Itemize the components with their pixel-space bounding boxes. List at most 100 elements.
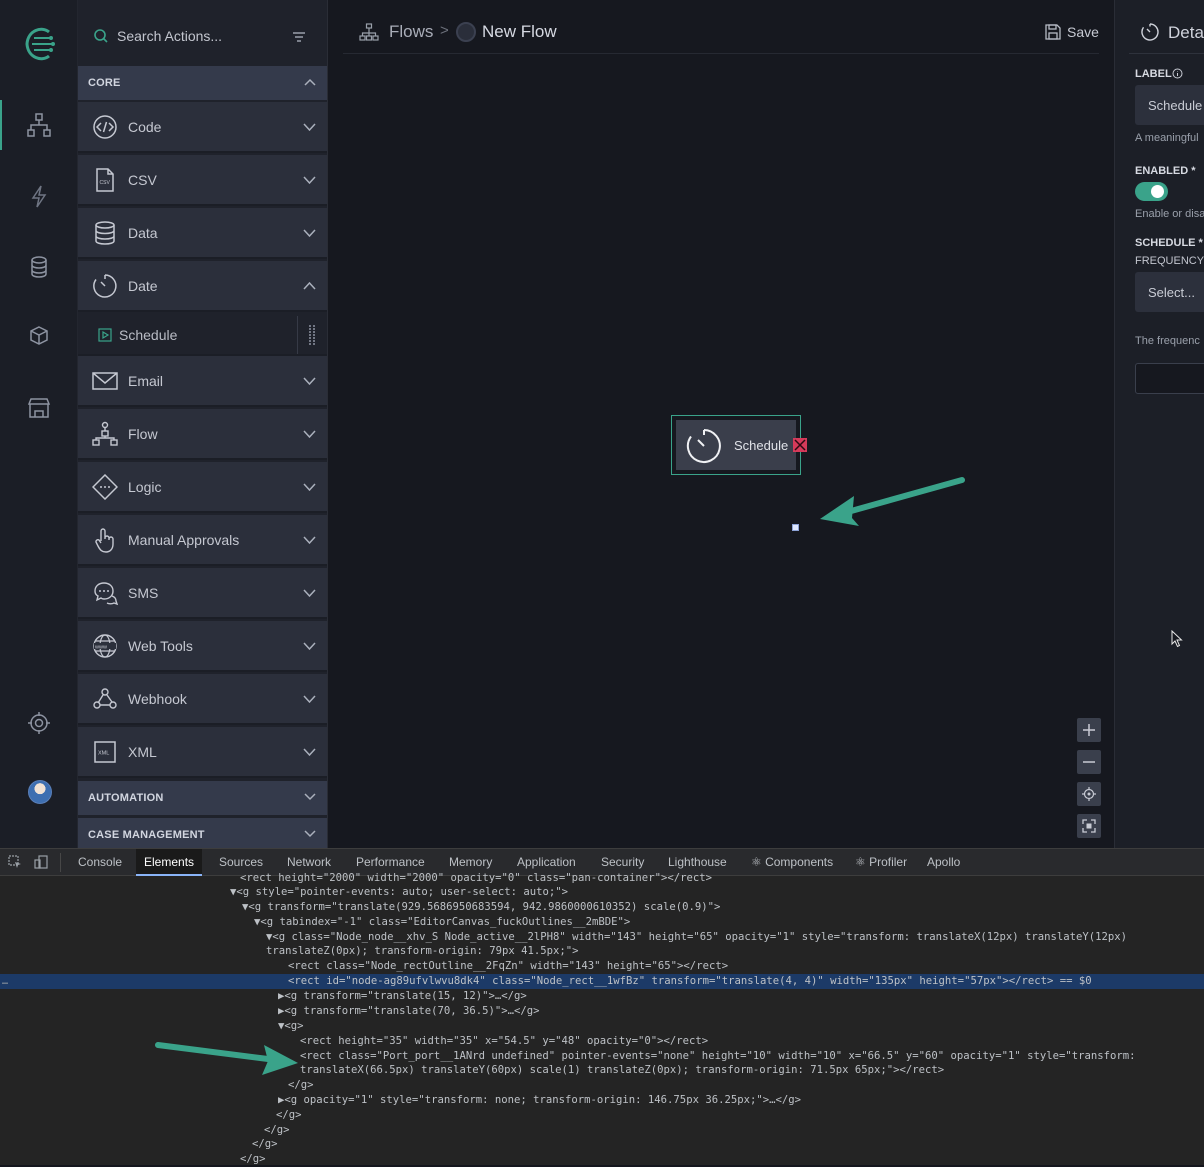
- chevron-down-icon: [303, 483, 316, 491]
- action-item-data[interactable]: Data: [78, 208, 327, 259]
- dom-line[interactable]: ▼<g transform="translate(929.56869506835…: [0, 900, 1204, 915]
- node-body[interactable]: Schedule: [676, 420, 796, 470]
- action-item-label: CSV: [128, 172, 157, 188]
- dom-line[interactable]: </g>: [0, 1078, 1204, 1093]
- dom-line[interactable]: </g>: [0, 1137, 1204, 1152]
- flow-canvas[interactable]: Flows > New Flow Save Schedule: [329, 0, 1113, 848]
- frequency-select-value: Select...: [1148, 285, 1195, 300]
- enabled-toggle[interactable]: [1135, 182, 1168, 201]
- dom-line[interactable]: ▼<g class="Node_node__xhv_S Node_active_…: [0, 930, 1204, 945]
- dom-line[interactable]: </g>: [0, 1123, 1204, 1138]
- inspect-element-icon[interactable]: [8, 855, 22, 869]
- zoom-in-button[interactable]: [1077, 718, 1101, 742]
- schedule-heading: SCHEDULE *: [1135, 237, 1203, 249]
- webhook-icon: [93, 688, 117, 709]
- enabled-heading: ENABLED *: [1135, 165, 1196, 177]
- mouse-cursor-icon: [1171, 630, 1183, 648]
- lightning-icon[interactable]: [26, 183, 52, 209]
- divider: [1129, 53, 1204, 54]
- minus-icon: [1083, 761, 1095, 763]
- filter-icon[interactable]: [292, 31, 306, 43]
- dom-line-selected[interactable]: <rect id="node-ag89ufvlwvu8dk4" class="N…: [0, 974, 1204, 989]
- action-item-date[interactable]: Date: [78, 261, 327, 312]
- breadcrumb: Flows > New Flow Save: [343, 0, 1099, 54]
- avatar[interactable]: [28, 780, 52, 804]
- dom-line[interactable]: ▼<g style="pointer-events: auto; user-se…: [0, 885, 1204, 900]
- action-item-label: Data: [128, 225, 158, 241]
- center-view-button[interactable]: [1077, 782, 1101, 806]
- action-item-label: Webhook: [128, 691, 187, 707]
- flow-tree-icon: [92, 421, 118, 446]
- xml-file-icon: XML: [94, 741, 116, 763]
- zoom-out-button[interactable]: [1077, 750, 1101, 774]
- dom-line[interactable]: ▼<g>: [0, 1019, 1204, 1034]
- action-subitem-schedule[interactable]: Schedule: [78, 314, 327, 356]
- section-case-management[interactable]: CASE MANAGEMENT: [78, 818, 327, 848]
- dom-line[interactable]: ▶<g transform="translate(15, 12)">…</g>: [0, 989, 1204, 1004]
- dom-tree[interactable]: <rect height="2000" width="2000" opacity…: [0, 872, 1204, 1166]
- fit-view-button[interactable]: [1077, 814, 1101, 838]
- device-toolbar-icon[interactable]: [34, 855, 48, 869]
- database-icon: [95, 221, 115, 245]
- section-label: CASE MANAGEMENT: [88, 829, 205, 841]
- store-icon[interactable]: [26, 395, 52, 421]
- frequency-help-text: The frequenc: [1135, 335, 1200, 347]
- frequency-value-input[interactable]: [1135, 363, 1204, 394]
- svg-text:CSV: CSV: [100, 180, 111, 186]
- frequency-select[interactable]: Select...: [1135, 272, 1204, 312]
- diamond-icon: [92, 474, 118, 500]
- ellipsis-icon[interactable]: …: [2, 974, 8, 989]
- drag-handle[interactable]: [297, 316, 327, 354]
- action-item-label: Web Tools: [128, 638, 193, 654]
- action-item-manual-approvals[interactable]: Manual Approvals: [78, 515, 327, 566]
- label-input[interactable]: Schedule: [1135, 85, 1204, 125]
- flows-icon[interactable]: [26, 112, 52, 138]
- breadcrumb-root-link[interactable]: Flows: [389, 22, 433, 42]
- database-icon[interactable]: [26, 254, 52, 280]
- flow-node-schedule[interactable]: Schedule: [671, 415, 807, 475]
- chevron-down-icon: [303, 536, 316, 544]
- breadcrumb-separator: >: [440, 22, 449, 39]
- action-item-webhook[interactable]: Webhook: [78, 674, 327, 725]
- chevron-down-icon: [303, 176, 316, 184]
- dom-line[interactable]: ▼<g tabindex="-1" class="EditorCanvas_fu…: [0, 915, 1204, 930]
- frequency-heading: FREQUENCY: [1135, 255, 1204, 267]
- label-heading: LABEL: [1135, 68, 1172, 80]
- dom-line[interactable]: <rect class="Node_rectOutline__2FqZn" wi…: [0, 959, 1204, 974]
- action-item-code[interactable]: Code: [78, 102, 327, 153]
- action-item-xml[interactable]: XML XML: [78, 727, 327, 778]
- action-item-csv[interactable]: CSV CSV: [78, 155, 327, 206]
- action-item-flow[interactable]: Flow: [78, 409, 327, 460]
- close-icon: [794, 439, 806, 451]
- delete-node-button[interactable]: [793, 438, 807, 452]
- page-title: New Flow: [482, 22, 557, 41]
- action-item-label: Manual Approvals: [128, 532, 240, 548]
- chevron-down-icon: [304, 830, 316, 838]
- grip-dots-icon: [309, 325, 315, 345]
- node-output-port[interactable]: [792, 524, 799, 531]
- action-item-logic[interactable]: Logic: [78, 462, 327, 513]
- enabled-help-text: Enable or disa: [1135, 208, 1204, 220]
- search-bar[interactable]: Search Actions...: [78, 0, 327, 66]
- cubes-icon[interactable]: [26, 324, 52, 350]
- section-automation[interactable]: AUTOMATION: [78, 781, 327, 815]
- dom-line[interactable]: ▶<g transform="translate(70, 36.5)">…</g…: [0, 1004, 1204, 1019]
- dom-line[interactable]: </g>: [0, 1108, 1204, 1123]
- search-input[interactable]: Search Actions...: [117, 28, 222, 44]
- chevron-down-icon: [303, 377, 316, 385]
- chevron-down-icon: [303, 229, 316, 237]
- action-item-email[interactable]: Email: [78, 356, 327, 407]
- info-icon[interactable]: [1172, 68, 1183, 79]
- section-core[interactable]: CORE: [78, 66, 327, 100]
- chevron-up-icon: [304, 78, 316, 86]
- settings-icon[interactable]: [26, 710, 52, 736]
- nav-rail: [0, 0, 78, 848]
- dom-line[interactable]: ▶<g opacity="1" style="transform: none; …: [0, 1093, 1204, 1108]
- dom-line[interactable]: <rect height="2000" width="2000" opacity…: [0, 871, 1204, 886]
- action-item-sms[interactable]: SMS: [78, 568, 327, 619]
- logo-icon[interactable]: [22, 26, 56, 62]
- dom-line: translateZ(0px); transform-origin: 79px …: [266, 945, 579, 957]
- chevron-down-icon: [303, 642, 316, 650]
- crosshair-icon: [1082, 787, 1096, 801]
- action-item-web-tools[interactable]: www Web Tools: [78, 621, 327, 672]
